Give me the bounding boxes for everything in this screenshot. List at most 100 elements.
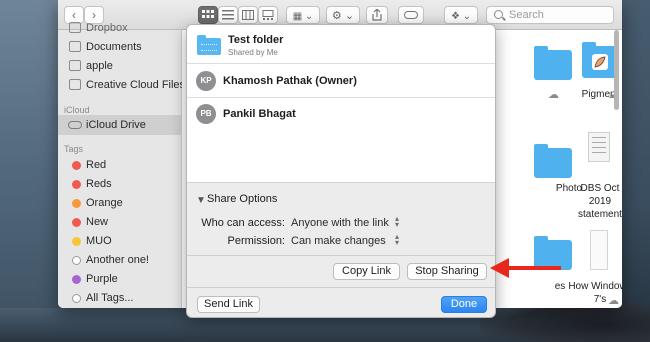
tag-dot-icon [72, 161, 81, 170]
tag-dot-icon [72, 180, 81, 189]
cloud-download-icon[interactable]: ☁ [548, 88, 559, 101]
list-view-button[interactable] [218, 6, 238, 24]
documents-icon [69, 41, 81, 52]
sidebar-tag-all-tags[interactable]: All Tags... [58, 288, 182, 308]
search-icon [494, 10, 503, 19]
sidebar-item-label: iCloud Drive [86, 119, 146, 131]
column-view-button[interactable] [238, 6, 258, 24]
folder-icon[interactable] [534, 144, 572, 178]
gallery-view-button[interactable] [258, 6, 278, 24]
who-can-access-popup[interactable]: Anyone with the link ▴ ▾ [291, 215, 403, 231]
sidebar-item-label: New [86, 216, 109, 228]
dropbox-folder-icon [69, 22, 81, 33]
scrollbar[interactable] [614, 30, 619, 110]
sidebar-item-icloud-drive[interactable]: iCloud Drive [58, 115, 182, 135]
tag-icon [404, 11, 418, 19]
sidebar-tag-purple[interactable]: Purple [58, 269, 182, 289]
sidebar-header-tags: Tags [64, 144, 84, 154]
sidebar-item-dropbox[interactable]: Dropbox [58, 18, 182, 38]
copy-link-button[interactable]: Copy Link [333, 263, 400, 280]
tag-dot-icon [72, 218, 81, 227]
edit-tags-button[interactable] [398, 6, 424, 24]
red-arrow-icon [490, 258, 509, 278]
shared-folder-icon [197, 35, 221, 55]
search-placeholder: Search [509, 9, 544, 21]
dropbox-button[interactable]: ❖ ⌄ [444, 6, 478, 24]
share-options-title[interactable]: Share Options [207, 193, 277, 205]
statement-document-icon[interactable] [588, 132, 610, 162]
tag-dot-icon [72, 199, 81, 208]
sidebar-item-label: Red [86, 159, 107, 171]
desktop-wallpaper-left [0, 0, 58, 342]
participant-name: Pankil Bhagat [223, 108, 296, 120]
divider [187, 255, 495, 256]
tag-dot-icon [72, 275, 81, 284]
stop-sharing-button[interactable]: Stop Sharing [407, 263, 487, 280]
sidebar-tag-new[interactable]: New [58, 212, 182, 232]
participant-name: Khamosh Pathak (Owner) [223, 75, 357, 87]
sharing-popover: Test folder Shared by Me KP Khamosh Path… [186, 24, 496, 318]
action-menu-button[interactable]: ⚙ ⌄ [326, 6, 360, 24]
sidebar-item-creative-cloud-files[interactable]: Creative Cloud Files [58, 75, 186, 95]
cloud-download-icon[interactable]: ☁ [608, 294, 619, 307]
sidebar-tag-another-one[interactable]: Another one! [58, 250, 182, 270]
red-arrow-shaft [507, 266, 561, 270]
pigment-leaf-icon [592, 54, 608, 70]
who-can-access-value: Anyone with the link [291, 217, 389, 229]
tag-dot-icon [72, 237, 81, 246]
list-icon [222, 10, 234, 20]
sidebar-item-label: apple [86, 60, 113, 72]
share-button[interactable] [366, 6, 388, 24]
sidebar-item-label: All Tags... [86, 292, 134, 304]
columns-icon [242, 10, 254, 20]
sidebar-item-label: Documents [86, 41, 142, 53]
document-icon[interactable] [590, 230, 608, 270]
shared-by-label: Shared by Me [228, 48, 278, 57]
sidebar-item-label: Purple [86, 273, 118, 285]
sidebar-item-documents[interactable]: Documents [58, 37, 182, 57]
done-button[interactable]: Done [441, 296, 487, 313]
permission-popup[interactable]: Can make changes ▴ ▾ [291, 233, 403, 249]
avatar: KP [196, 71, 216, 91]
divider [187, 97, 495, 98]
sidebar-item-label: Dropbox [86, 22, 128, 34]
send-link-button[interactable]: Send Link [197, 296, 260, 313]
tag-dot-icon [72, 256, 81, 265]
sidebar-header-icloud: iCloud [64, 105, 90, 115]
folder-icon [69, 79, 81, 90]
pigment-folder-icon[interactable] [582, 42, 618, 78]
sharing-header-area: Test folder Shared by Me KP Khamosh Path… [187, 25, 495, 183]
sidebar-item-label: Creative Cloud Files [86, 79, 186, 91]
sidebar-tag-red[interactable]: Red [58, 155, 182, 175]
icon-view-button[interactable] [198, 6, 218, 24]
grid-icon [202, 10, 214, 18]
shared-folder-name: Test folder [228, 34, 284, 46]
who-can-access-label: Who can access: [201, 217, 285, 229]
sidebar-tag-muo[interactable]: MUO [58, 231, 182, 251]
updown-chevron-icon: ▴ ▾ [394, 214, 399, 229]
sidebar-item-apple[interactable]: apple [58, 56, 182, 76]
group-grid-icon: ▦ ⌄ [292, 11, 314, 22]
divider [187, 63, 495, 64]
dropbox-icon: ❖ ⌄ [450, 11, 472, 22]
disclosure-triangle-icon[interactable]: ▼ [196, 195, 206, 206]
sidebar-item-label: Another one! [86, 254, 149, 266]
sidebar-tag-reds[interactable]: Reds [58, 174, 182, 194]
sidebar-item-label: Reds [86, 178, 112, 190]
divider [187, 287, 495, 288]
sidebar-item-label: MUO [86, 235, 112, 247]
participant-row[interactable]: PB Pankil Bhagat [187, 101, 495, 129]
search-field[interactable]: Search [486, 6, 614, 24]
sidebar-tag-orange[interactable]: Orange [58, 193, 182, 213]
sidebar-item-label: Orange [86, 197, 123, 209]
gear-icon: ⚙ ⌄ [331, 10, 355, 22]
updown-chevron-icon: ▴ ▾ [394, 232, 399, 247]
folder-icon[interactable] [534, 46, 572, 80]
participant-row[interactable]: KP Khamosh Pathak (Owner) [187, 67, 495, 95]
sidebar: Dropbox Documents apple Creative Cloud F… [58, 22, 186, 308]
cloud-icon [68, 121, 82, 129]
tag-dot-icon [72, 294, 81, 303]
folder-icon [69, 60, 81, 71]
file-label-dbs-statement[interactable]: DBS Oct 2019 statement [570, 182, 622, 221]
group-by-button[interactable]: ▦ ⌄ [286, 6, 320, 24]
